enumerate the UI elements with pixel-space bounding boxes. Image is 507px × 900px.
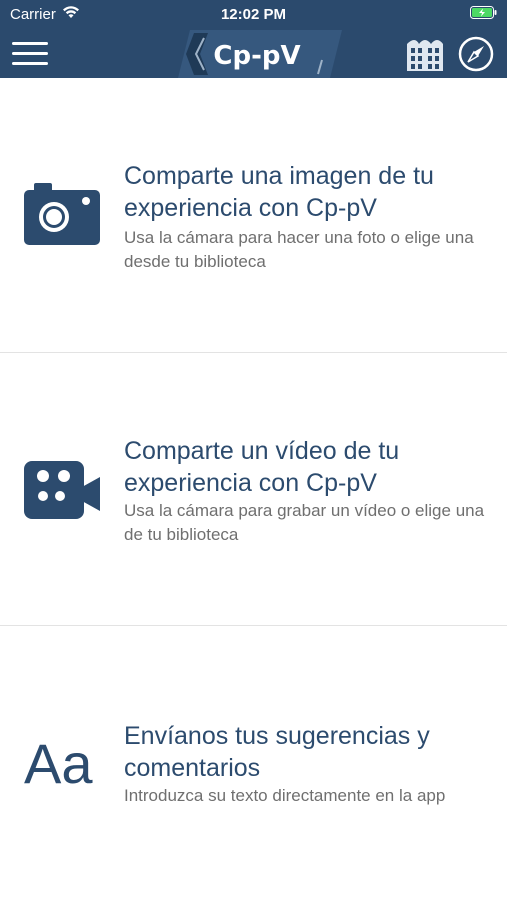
logo-banner: Cp-pV — [172, 30, 342, 78]
battery-charging-icon — [470, 6, 497, 19]
text-icon: Aa — [24, 732, 93, 795]
share-image-option[interactable]: Comparte una imagen de tu experiencia co… — [0, 78, 507, 352]
status-bar: Carrier 12:02 PM — [0, 0, 507, 30]
option-description: Introduzca su texto directamente en la a… — [124, 786, 446, 805]
building-icon[interactable] — [406, 36, 444, 72]
option-title: Comparte una imagen de tu experiencia co… — [124, 162, 434, 222]
option-title: Envíanos tus sugerencias y comentarios — [124, 722, 430, 782]
option-title: Comparte un vídeo de tu experiencia con … — [124, 437, 400, 497]
share-video-option[interactable]: Comparte un vídeo de tu experiencia con … — [0, 353, 507, 625]
option-description: Usa la cámara para grabar un vídeo o eli… — [124, 501, 485, 544]
hamburger-menu-icon[interactable] — [12, 38, 52, 70]
app-logo: Cp-pV — [213, 41, 301, 71]
send-feedback-option[interactable]: Aa Envíanos tus sugerencias y comentario… — [0, 626, 507, 900]
camera-icon — [24, 183, 100, 245]
compass-icon[interactable] — [458, 36, 494, 72]
clock: 12:02 PM — [220, 6, 287, 23]
video-camera-icon — [24, 461, 100, 519]
nav-bar: Cp-pV — [0, 30, 507, 78]
option-description: Usa la cámara para hacer una foto o elig… — [124, 228, 474, 271]
